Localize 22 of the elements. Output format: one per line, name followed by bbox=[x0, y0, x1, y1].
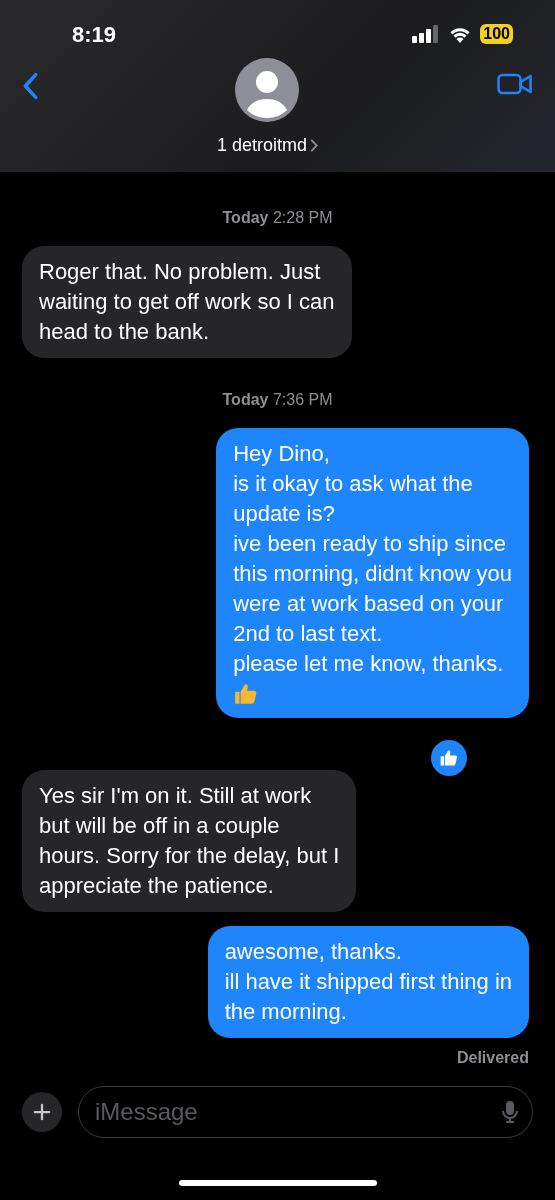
back-icon bbox=[22, 72, 38, 100]
add-button[interactable] bbox=[22, 1092, 62, 1132]
contact-name[interactable]: 1 detroitmd bbox=[216, 132, 318, 159]
message-text: awesome, thanks. ill have it shipped first thing in the morning. bbox=[224, 938, 512, 1026]
message-timestamp: Today 2:28 PM bbox=[222, 208, 333, 228]
message-text: Roger that. No problem. Just waiting to get off work so I can head to the bank. bbox=[39, 258, 335, 346]
message-text: Hey Dino, is it okay to ask what the update is? ive been ready to ship since this morning, didnt know you were at work based on your 2nd to last text. please let me know, thanks. bbox=[233, 440, 512, 678]
message-text: Yes sir I'm on it. Still at work but will be off in a couple hours. Sorry for the delay, but I appreciate the patience. bbox=[39, 782, 340, 900]
plus-icon bbox=[33, 1103, 51, 1121]
message-timestamp: Today 7:36 PM bbox=[222, 390, 333, 410]
signal-icon bbox=[412, 25, 441, 43]
video-camera-icon bbox=[497, 72, 533, 96]
video-call-button[interactable] bbox=[497, 72, 533, 96]
delivery-status: Delivered bbox=[456, 1048, 529, 1068]
message-input-field[interactable]: iMessage bbox=[95, 1094, 502, 1130]
battery-indicator: 100 bbox=[480, 24, 513, 44]
thumbs-up-icon bbox=[439, 748, 459, 768]
status-time: 8:19 bbox=[72, 20, 117, 49]
microphone-icon[interactable] bbox=[502, 1100, 518, 1124]
contact-avatar[interactable] bbox=[235, 58, 300, 122]
chevron-right-icon bbox=[310, 139, 318, 152]
back-button[interactable] bbox=[22, 72, 38, 100]
